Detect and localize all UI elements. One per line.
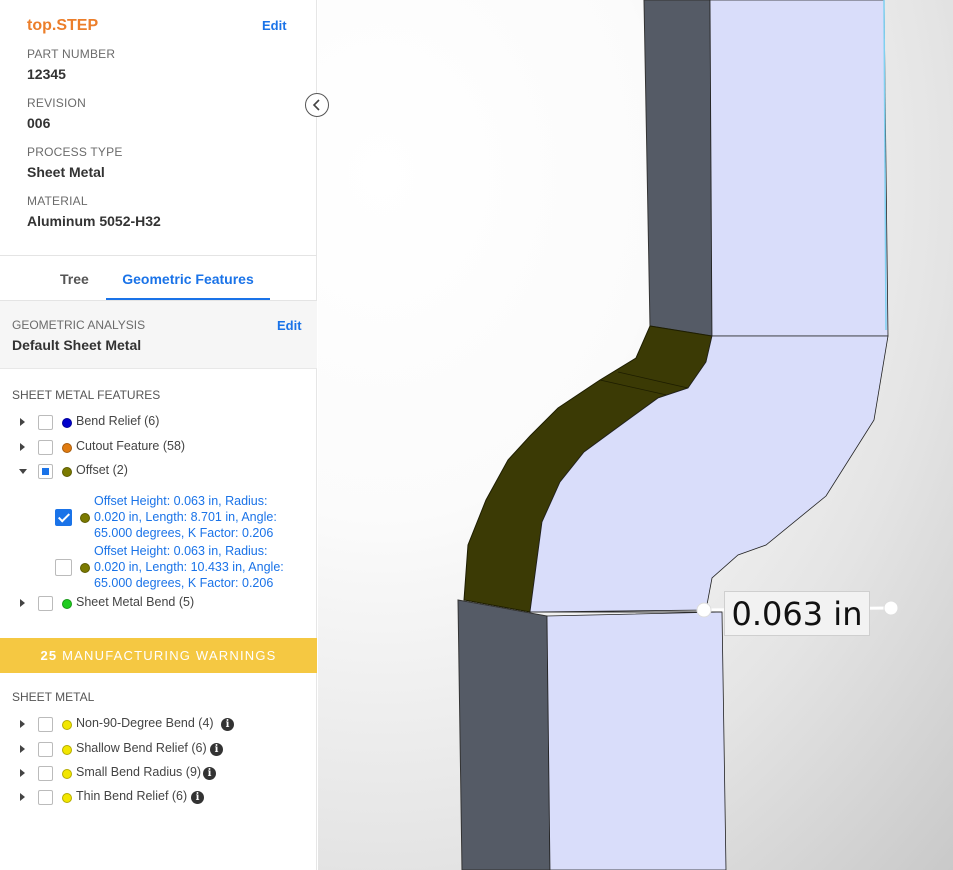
color-dot-icon xyxy=(62,793,72,803)
feature-row-offset: Offset (2) xyxy=(0,461,317,483)
feature-row-sheet-metal-bend: Sheet Metal Bend (5) xyxy=(0,593,317,615)
color-dot-icon xyxy=(62,443,72,453)
offset-item-2[interactable]: Offset Height: 0.063 in, Radius: 0.020 i… xyxy=(0,543,317,591)
sheet-metal-features-title: SHEET METAL FEATURES xyxy=(12,388,161,402)
color-dot-icon xyxy=(62,599,72,609)
process-type-value: Sheet Metal xyxy=(27,164,105,180)
warnings-count: 25 xyxy=(40,648,58,663)
feature-row-cutout: Cutout Feature (58) xyxy=(0,437,317,459)
collapse-caret-icon[interactable] xyxy=(19,469,27,474)
color-dot-icon xyxy=(80,563,90,573)
measurement-label: 0.063 in xyxy=(724,591,870,636)
feature-label: Offset (2) xyxy=(76,463,128,477)
info-icon[interactable]: i xyxy=(210,743,223,756)
chevron-left-icon xyxy=(312,99,320,111)
material-value: Aluminum 5052-H32 xyxy=(27,213,161,229)
manufacturing-warnings-bar[interactable]: 25 MANUFACTURING WARNINGS xyxy=(0,638,317,673)
offset-item-text[interactable]: Offset Height: 0.063 in, Radius: 0.020 i… xyxy=(94,493,294,541)
info-icon[interactable]: i xyxy=(221,718,234,731)
expand-caret-icon[interactable] xyxy=(20,443,25,451)
warning-label: Shallow Bend Relief (6) xyxy=(76,741,207,755)
expand-caret-icon[interactable] xyxy=(20,745,25,753)
edit-analysis-button[interactable]: Edit xyxy=(277,318,302,333)
warning-label: Thin Bend Relief (6) xyxy=(76,789,188,803)
part-filename: top.STEP xyxy=(27,17,99,34)
geometric-analysis-panel: GEOMETRIC ANALYSIS Edit Default Sheet Me… xyxy=(0,301,317,369)
offset-item-checkbox[interactable] xyxy=(55,559,72,576)
3d-viewport[interactable]: 0.063 in xyxy=(318,0,953,870)
color-dot-icon xyxy=(62,769,72,779)
offset-item-text[interactable]: Offset Height: 0.063 in, Radius: 0.020 i… xyxy=(94,543,294,591)
offset-item-1[interactable]: Offset Height: 0.063 in, Radius: 0.020 i… xyxy=(0,493,317,541)
info-icon[interactable]: i xyxy=(203,767,216,780)
color-dot-icon xyxy=(62,467,72,477)
feature-label: Sheet Metal Bend (5) xyxy=(76,595,195,609)
warning-checkbox[interactable] xyxy=(38,717,53,732)
expand-caret-icon[interactable] xyxy=(20,599,25,607)
revision-label: REVISION xyxy=(27,96,86,110)
expand-caret-icon[interactable] xyxy=(20,720,25,728)
edit-part-button[interactable]: Edit xyxy=(262,18,287,33)
feature-checkbox[interactable] xyxy=(38,415,53,430)
collapse-sidebar-button[interactable] xyxy=(305,93,329,117)
color-dot-icon xyxy=(62,745,72,755)
warning-checkbox[interactable] xyxy=(38,742,53,757)
warning-label: Small Bend Radius (9) xyxy=(76,765,202,779)
sheet-metal-warnings-title: SHEET METAL xyxy=(12,690,95,704)
part-number-label: PART NUMBER xyxy=(27,47,116,61)
tab-geometric-features[interactable]: Geometric Features xyxy=(106,257,270,300)
warning-row-small-bend-radius: Small Bend Radius (9) i xyxy=(0,763,317,785)
warning-label: Non-90-Degree Bend (4) xyxy=(76,716,214,730)
feature-checkbox[interactable] xyxy=(38,440,53,455)
color-dot-icon xyxy=(80,513,90,523)
warning-checkbox[interactable] xyxy=(38,790,53,805)
geometric-analysis-label: GEOMETRIC ANALYSIS xyxy=(12,318,146,332)
warning-row-shallow-bend-relief: Shallow Bend Relief (6) i xyxy=(0,739,317,761)
process-type-label: PROCESS TYPE xyxy=(27,145,123,159)
feature-row-bend-relief: Bend Relief (6) xyxy=(0,412,317,434)
feature-checkbox[interactable] xyxy=(38,464,53,479)
part-header: top.STEP Edit PART NUMBER 12345 REVISION… xyxy=(0,0,317,256)
warnings-label: MANUFACTURING WARNINGS xyxy=(62,648,277,663)
expand-caret-icon[interactable] xyxy=(20,769,25,777)
revision-value: 006 xyxy=(27,115,51,131)
expand-caret-icon[interactable] xyxy=(20,418,25,426)
geometric-analysis-value: Default Sheet Metal xyxy=(12,337,142,353)
color-dot-icon xyxy=(62,720,72,730)
part-model-render xyxy=(457,0,899,870)
feature-label: Cutout Feature (58) xyxy=(76,439,186,453)
expand-caret-icon[interactable] xyxy=(20,793,25,801)
warning-row-non-90-degree-bend: Non-90-Degree Bend (4) i xyxy=(0,714,317,736)
sidebar: top.STEP Edit PART NUMBER 12345 REVISION… xyxy=(0,0,317,870)
part-number-value: 12345 xyxy=(27,66,66,82)
feature-checkbox[interactable] xyxy=(38,596,53,611)
tab-bar: Tree Geometric Features xyxy=(0,257,317,301)
tab-tree[interactable]: Tree xyxy=(60,257,89,300)
warning-row-thin-bend-relief: Thin Bend Relief (6) i xyxy=(0,787,317,809)
offset-item-checkbox[interactable] xyxy=(55,509,72,526)
warning-checkbox[interactable] xyxy=(38,766,53,781)
material-label: MATERIAL xyxy=(27,194,88,208)
color-dot-icon xyxy=(62,418,72,428)
feature-label: Bend Relief (6) xyxy=(76,414,160,428)
info-icon[interactable]: i xyxy=(191,791,204,804)
